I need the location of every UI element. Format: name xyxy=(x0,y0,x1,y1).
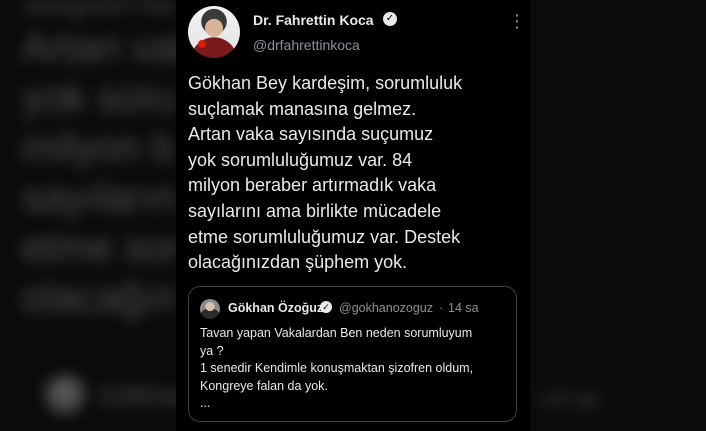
flag-pin-icon xyxy=(198,40,206,48)
quoted-verified-icon: ✓ xyxy=(320,301,332,313)
blurred-time: 14 sa xyxy=(540,386,599,413)
tweet-header: Dr. Fahrettin Koca ✓ @drfahrettinkoca ⋮ xyxy=(188,6,526,58)
more-options-icon[interactable]: ⋮ xyxy=(508,10,526,32)
quoted-author-handle: @gokhanozoguz xyxy=(339,301,434,315)
author-avatar[interactable] xyxy=(188,6,240,58)
tweet-card: Dr. Fahrettin Koca ✓ @drfahrettinkoca ⋮ … xyxy=(176,0,530,431)
blurred-avatar xyxy=(45,375,85,415)
quoted-author-avatar xyxy=(200,299,220,319)
blurred-quote-author: Gökhan xyxy=(45,375,190,415)
quoted-author-name: Gökhan Özoğuz xyxy=(228,301,324,315)
author-display-name[interactable]: Dr. Fahrettin Koca xyxy=(253,12,374,28)
verified-icon: ✓ xyxy=(383,12,397,26)
quoted-timestamp: 14 sa xyxy=(448,301,479,315)
tweet-text: Gökhan Bey kardeşim, sorumluluk suçlamak… xyxy=(188,73,463,273)
quoted-separator: · xyxy=(439,301,444,315)
quoted-tweet[interactable]: Gökhan Özoğuz ✓ @gokhanozoguz · 14 sa Ta… xyxy=(188,286,517,422)
author-handle[interactable]: @drfahrettinkoca xyxy=(253,37,360,53)
quoted-tweet-text: Tavan yapan Vakalardan Ben neden sorumlu… xyxy=(200,326,474,410)
